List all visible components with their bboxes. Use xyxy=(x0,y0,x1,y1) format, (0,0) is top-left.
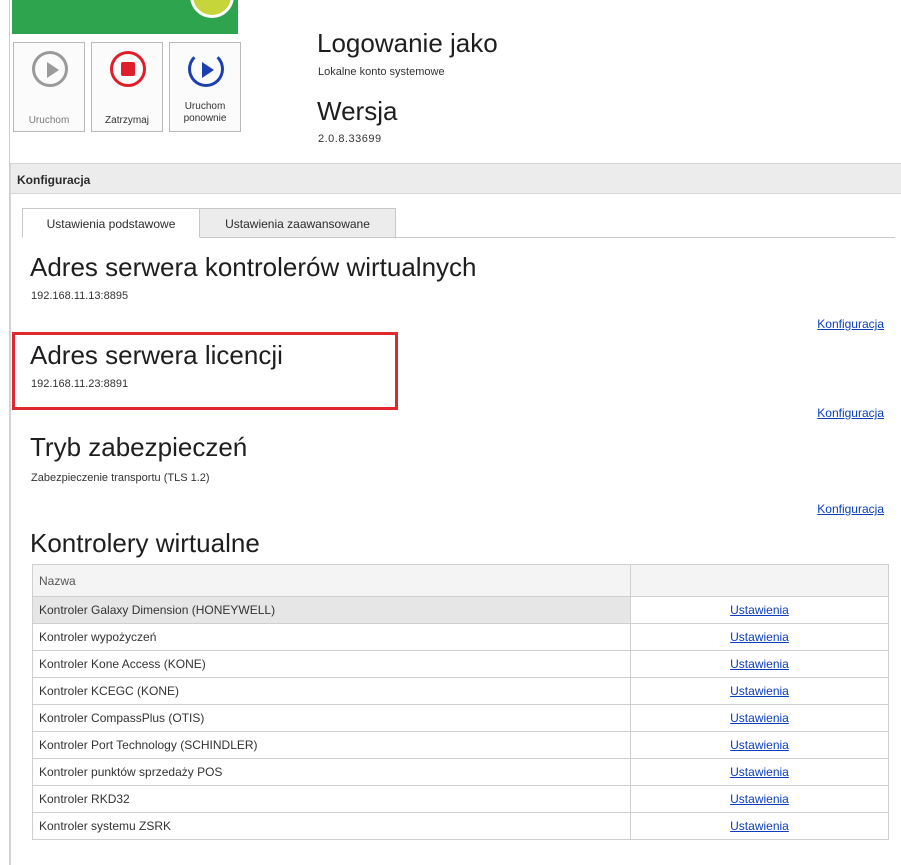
virtual-controllers-server-title: Adres serwera kontrolerów wirtualnych xyxy=(30,252,477,282)
controller-settings-link[interactable]: Ustawienia xyxy=(730,657,789,671)
status-banner xyxy=(12,0,238,34)
controller-action-cell: Ustawienia xyxy=(630,758,889,786)
license-server-title: Adres serwera licencji xyxy=(30,340,283,370)
license-server-config-link[interactable]: Konfiguracja xyxy=(817,406,884,420)
table-row[interactable]: Kontroler systemu ZSRK Ustawienia xyxy=(32,812,889,840)
controller-action-cell: Ustawienia xyxy=(630,650,889,678)
restart-label-line1: Uruchom xyxy=(184,101,226,112)
controller-settings-link[interactable]: Ustawienia xyxy=(730,684,789,698)
table-header-row: Nazwa xyxy=(32,564,889,597)
table-row[interactable]: Kontroler KCEGC (KONE) Ustawienia xyxy=(32,677,889,705)
controller-action-cell: Ustawienia xyxy=(630,731,889,759)
table-row[interactable]: Kontroler wypożyczeń Ustawienia xyxy=(32,623,889,651)
controller-name[interactable]: Kontroler systemu ZSRK xyxy=(32,812,631,840)
controller-name[interactable]: Kontroler Galaxy Dimension (HONEYWELL) xyxy=(32,596,631,624)
login-as-heading: Logowanie jako xyxy=(317,28,498,58)
controller-action-cell: Ustawienia xyxy=(630,596,889,624)
stop-button[interactable]: Zatrzymaj xyxy=(91,42,163,132)
controller-name[interactable]: Kontroler punktów sprzedaży POS xyxy=(32,758,631,786)
controller-action-cell: Ustawienia xyxy=(630,812,889,840)
login-as-value: Lokalne konto systemowe xyxy=(318,66,445,78)
virtual-controllers-title: Kontrolery wirtualne xyxy=(30,528,260,558)
config-header: Konfiguracja xyxy=(11,164,901,194)
controller-settings-link[interactable]: Ustawienia xyxy=(730,738,789,752)
tab-basic-settings[interactable]: Ustawienia podstawowe xyxy=(22,208,200,238)
virtual-controllers-server-value: 192.168.11.13:8895 xyxy=(31,290,129,302)
controller-action-cell: Ustawienia xyxy=(630,677,889,705)
controller-settings-link[interactable]: Ustawienia xyxy=(730,630,789,644)
start-button-label: Uruchom xyxy=(28,115,70,126)
virtual-controllers-table: Nazwa Kontroler Galaxy Dimension (HONEYW… xyxy=(32,564,889,840)
stop-button-label: Zatrzymaj xyxy=(105,115,149,126)
play-icon xyxy=(32,51,68,87)
controller-name[interactable]: Kontroler Kone Access (KONE) xyxy=(32,650,631,678)
table-row[interactable]: Kontroler Kone Access (KONE) Ustawienia xyxy=(32,650,889,678)
controller-name[interactable]: Kontroler wypożyczeń xyxy=(32,623,631,651)
version-value: 2.0.8.33699 xyxy=(318,133,382,145)
table-row[interactable]: Kontroler Galaxy Dimension (HONEYWELL) U… xyxy=(32,596,889,624)
restart-button[interactable]: Uruchom ponownie xyxy=(169,42,241,132)
table-row[interactable]: Kontroler CompassPlus (OTIS) Ustawienia xyxy=(32,704,889,732)
security-mode-config-link[interactable]: Konfiguracja xyxy=(817,502,884,516)
controller-settings-link[interactable]: Ustawienia xyxy=(730,792,789,806)
security-mode-value: Zabezpieczenie transportu (TLS 1.2) xyxy=(31,472,210,484)
restart-button-label: Uruchom ponownie xyxy=(170,101,240,125)
restart-label-line2: ponownie xyxy=(183,113,227,124)
controller-action-cell: Ustawienia xyxy=(630,623,889,651)
controller-name[interactable]: Kontroler Port Technology (SCHINDLER) xyxy=(32,731,631,759)
table-row[interactable]: Kontroler RKD32 Ustawienia xyxy=(32,785,889,813)
controller-settings-link[interactable]: Ustawienia xyxy=(730,765,789,779)
restart-icon xyxy=(188,51,224,87)
column-header-actions[interactable] xyxy=(630,564,889,597)
column-header-name[interactable]: Nazwa xyxy=(32,564,631,597)
controller-action-cell: Ustawienia xyxy=(630,785,889,813)
virtual-controllers-server-config-link[interactable]: Konfiguracja xyxy=(817,317,884,331)
table-row[interactable]: Kontroler Port Technology (SCHINDLER) Us… xyxy=(32,731,889,759)
license-server-value: 192.168.11.23:8891 xyxy=(31,378,129,390)
controller-name[interactable]: Kontroler KCEGC (KONE) xyxy=(32,677,631,705)
table-row[interactable]: Kontroler punktów sprzedaży POS Ustawien… xyxy=(32,758,889,786)
security-mode-title: Tryb zabezpieczeń xyxy=(30,432,248,462)
controller-name[interactable]: Kontroler CompassPlus (OTIS) xyxy=(32,704,631,732)
window-left-edge xyxy=(0,0,10,865)
controller-settings-link[interactable]: Ustawienia xyxy=(730,711,789,725)
status-badge-icon xyxy=(190,0,234,18)
stop-icon xyxy=(110,51,146,87)
start-button[interactable]: Uruchom xyxy=(13,42,85,132)
version-heading: Wersja xyxy=(317,96,398,126)
tab-advanced-settings[interactable]: Ustawienia zaawansowane xyxy=(200,208,396,238)
controller-settings-link[interactable]: Ustawienia xyxy=(730,603,789,617)
controller-settings-link[interactable]: Ustawienia xyxy=(730,819,789,833)
controller-name[interactable]: Kontroler RKD32 xyxy=(32,785,631,813)
controller-action-cell: Ustawienia xyxy=(630,704,889,732)
